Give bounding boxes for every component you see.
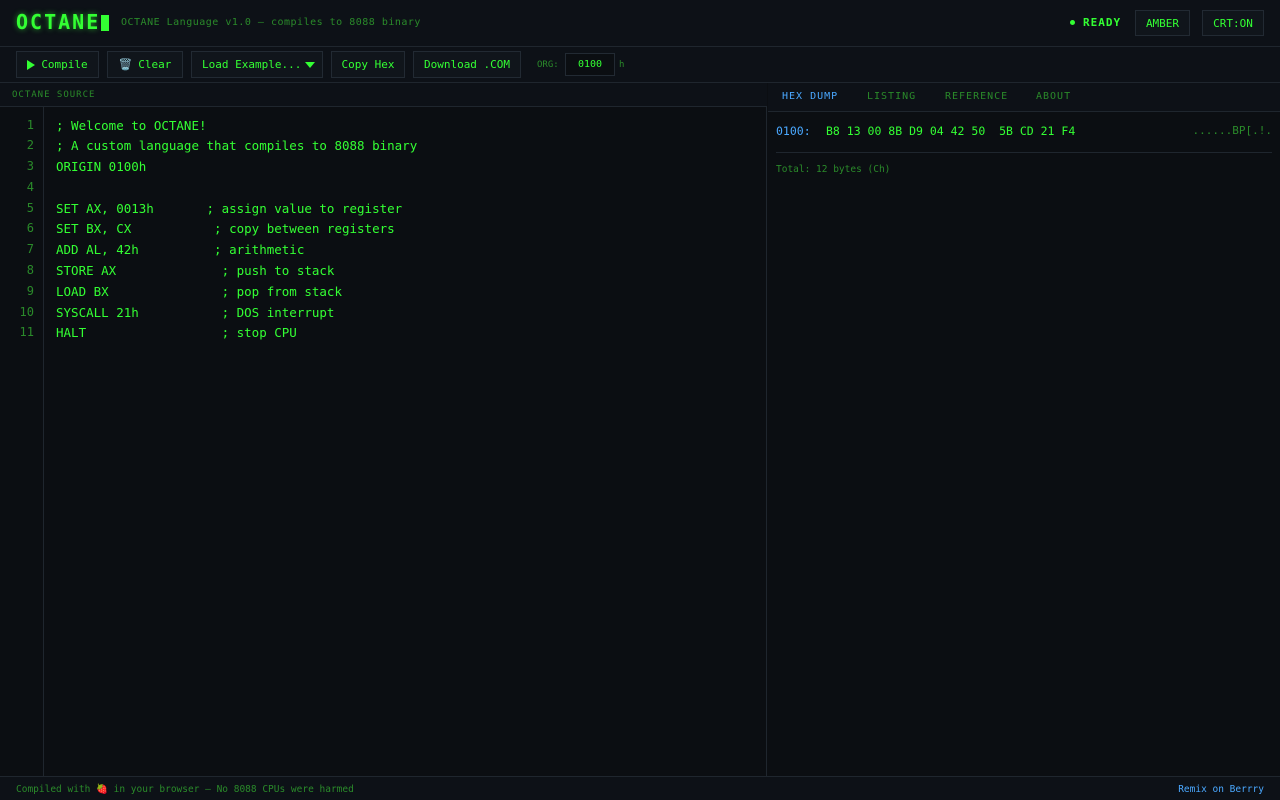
line-number: 3 (26, 159, 34, 173)
code-line: ORIGIN 0100h (56, 159, 147, 174)
line-number: 4 (26, 180, 34, 194)
load-example-label: Load Example... (202, 58, 302, 71)
editor-title: OCTANE SOURCE (12, 90, 96, 100)
source-editor-pane: OCTANE SOURCE 1 2 3 4 5 6 7 8 9 10 11 ; … (0, 83, 767, 776)
line-number: 9 (26, 284, 34, 298)
copy-hex-button[interactable]: Copy Hex (331, 51, 405, 78)
code-line: SYSCALL 21h ; DOS interrupt (56, 305, 335, 320)
tab-hex-dump[interactable]: HEX DUMP (782, 91, 838, 102)
app-subtitle: OCTANE Language v1.0 — compiles to 8088 … (121, 17, 421, 28)
line-number: 1 (26, 118, 34, 132)
editor-header: OCTANE SOURCE (0, 83, 767, 107)
line-number: 7 (26, 242, 34, 256)
clear-label: Clear (138, 58, 172, 71)
status-indicator: READY (1070, 16, 1121, 29)
line-number: 10 (19, 305, 34, 319)
output-tabs: HEX DUMP LISTING REFERENCE ABOUT (768, 83, 1280, 112)
tab-listing[interactable]: LISTING (867, 91, 916, 102)
download-com-button[interactable]: Download .COM (413, 51, 521, 78)
line-number: 11 (19, 325, 34, 339)
code-line: SET BX, CX ; copy between registers (56, 221, 395, 236)
line-number-gutter: 1 2 3 4 5 6 7 8 9 10 11 (0, 107, 44, 776)
line-number: 8 (26, 263, 34, 277)
code-line: ; A custom language that compiles to 808… (56, 138, 418, 153)
app-logo: OCTANE (16, 10, 101, 34)
code-line: ADD AL, 42h ; arithmetic (56, 242, 305, 257)
amber-theme-button[interactable]: AMBER (1135, 10, 1190, 36)
byte-total: Total: 12 bytes (Ch) (776, 164, 891, 175)
org-input[interactable] (565, 53, 615, 76)
trash-icon: 🗑️ (118, 58, 133, 71)
app-footer: Compiled with 🍓 in your browser — No 808… (0, 776, 1280, 800)
org-label: ORG: (537, 60, 559, 70)
status-text: READY (1083, 16, 1122, 29)
load-example-select[interactable]: Load Example... (191, 51, 323, 78)
tab-about[interactable]: ABOUT (1036, 91, 1071, 102)
compile-button[interactable]: Compile (16, 51, 99, 78)
footer-text: Compiled with 🍓 in your browser — No 808… (16, 784, 354, 795)
line-number: 5 (26, 201, 34, 215)
crt-toggle-button[interactable]: CRT:ON (1202, 10, 1264, 36)
app-header: OCTANE OCTANE Language v1.0 — compiles t… (0, 0, 1280, 47)
line-number: 6 (26, 221, 34, 235)
code-line: STORE AX ; push to stack (56, 263, 335, 278)
toolbar: Compile 🗑️ Clear Load Example... Copy He… (0, 47, 1280, 83)
code-line: LOAD BX ; pop from stack (56, 284, 342, 299)
status-dot-icon (1070, 19, 1075, 25)
compile-label: Compile (41, 58, 88, 71)
remix-link[interactable]: Remix on Berrry (1178, 784, 1264, 795)
hex-address: 0100: (776, 124, 811, 138)
code-line: HALT ; stop CPU (56, 325, 297, 340)
clear-button[interactable]: 🗑️ Clear (107, 51, 183, 78)
code-line: ; Welcome to OCTANE! (56, 118, 207, 133)
org-suffix: h (619, 60, 625, 70)
chevron-down-icon (305, 62, 315, 68)
hex-bytes: B8 13 00 8B D9 04 42 50 5B CD 21 F4 (826, 124, 1076, 138)
play-icon (27, 59, 36, 70)
output-pane: HEX DUMP LISTING REFERENCE ABOUT 0100: B… (768, 83, 1280, 776)
hex-ascii: ......BP[.!. (1192, 124, 1272, 137)
line-number: 2 (26, 138, 34, 152)
tab-reference[interactable]: REFERENCE (945, 91, 1008, 102)
code-line: SET AX, 0013h ; assign value to register (56, 201, 403, 216)
code-editor-textarea[interactable]: ; Welcome to OCTANE! ; A custom language… (44, 107, 766, 776)
divider (776, 152, 1272, 153)
blinking-cursor-icon (101, 15, 109, 31)
